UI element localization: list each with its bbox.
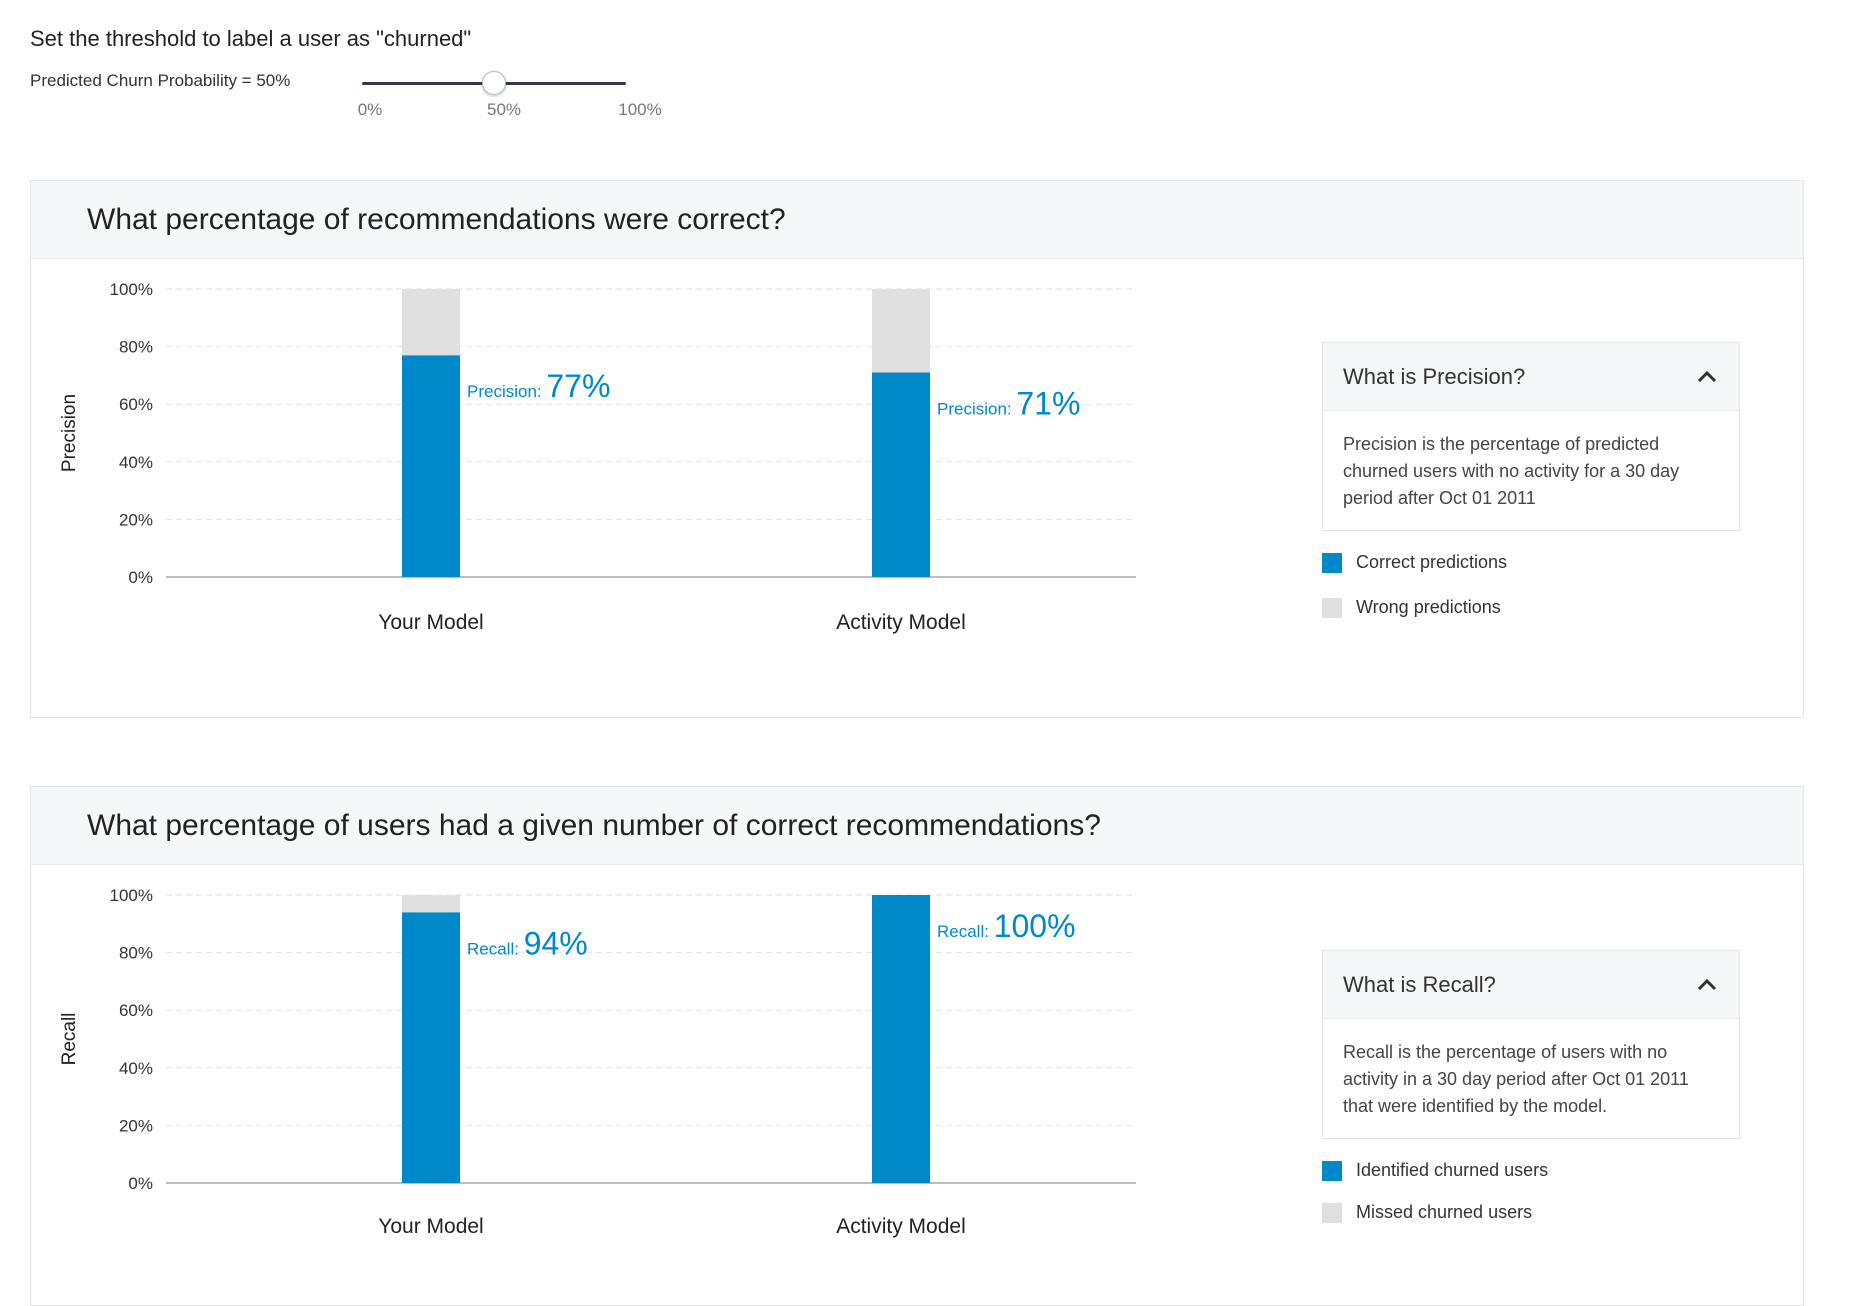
- chevron-up-icon[interactable]: [1695, 973, 1719, 997]
- slider-thumb[interactable]: [482, 71, 506, 95]
- legend-identified-churned: Identified churned users: [1322, 1160, 1548, 1181]
- legend-label-wrong: Wrong predictions: [1356, 597, 1501, 617]
- y-tick-label: 100%: [110, 280, 153, 299]
- y-tick-label: 60%: [119, 395, 153, 414]
- legend-label-correct: Correct predictions: [1356, 552, 1508, 572]
- slider-tick-max: 100%: [618, 100, 662, 119]
- x-category-label: Your Model: [378, 611, 483, 634]
- legend-label-missed: Missed churned users: [1356, 1202, 1533, 1222]
- threshold-slider[interactable]: [362, 70, 626, 98]
- legend-correct-predictions: Correct predictions: [1322, 552, 1507, 573]
- y-tick-label: 0%: [128, 1174, 153, 1193]
- bar-value-number: 77%: [546, 368, 610, 404]
- bar-primary: [402, 355, 460, 577]
- bar-primary: [872, 372, 930, 577]
- chevron-up-icon[interactable]: [1695, 365, 1719, 389]
- x-category-label: Your Model: [378, 1215, 483, 1238]
- y-tick-label: 40%: [119, 453, 153, 472]
- bar-value-number: 71%: [1016, 386, 1080, 422]
- bar-value-prefix: Precision:: [937, 400, 1016, 419]
- y-axis-label: Precision: [59, 394, 80, 472]
- bar-remainder: [402, 895, 460, 913]
- precision-info-text: Precision is the percentage of predicted…: [1343, 434, 1680, 508]
- x-category-label: Activity Model: [836, 611, 966, 634]
- bar-remainder: [872, 289, 930, 373]
- y-tick-label: 80%: [119, 944, 153, 963]
- y-tick-label: 60%: [119, 1001, 153, 1020]
- legend-label-identified: Identified churned users: [1356, 1160, 1549, 1180]
- y-tick-label: 20%: [119, 1116, 153, 1135]
- legend-swatch-correct: [1322, 552, 1342, 573]
- y-axis-label: Recall: [59, 1013, 80, 1066]
- bar-value-label: Recall: 100%: [937, 908, 1076, 944]
- bar-value-prefix: Precision:: [467, 382, 546, 401]
- legend-swatch-missed: [1322, 1202, 1342, 1223]
- y-tick-label: 100%: [110, 886, 153, 905]
- precision-info-title: What is Precision?: [1343, 363, 1526, 389]
- y-tick-label: 20%: [119, 510, 153, 529]
- bar-value-label: Precision: 71%: [937, 386, 1080, 422]
- threshold-value-label: Predicted Churn Probability = 50%: [30, 71, 291, 90]
- y-tick-label: 0%: [128, 568, 153, 587]
- bar-remainder: [402, 289, 460, 356]
- bar-value-prefix: Recall:: [467, 939, 524, 958]
- recall-info-text: Recall is the percentage of users with n…: [1343, 1042, 1689, 1116]
- bar-primary: [402, 912, 460, 1183]
- legend-swatch-identified: [1322, 1160, 1342, 1181]
- bar-value-number: 100%: [994, 908, 1076, 944]
- precision-info-box: What is Precision? Precision is the perc…: [1322, 342, 1740, 531]
- slider-tick-min: 0%: [357, 100, 383, 119]
- bar-value-label: Recall: 94%: [467, 925, 588, 961]
- legend-swatch-wrong: [1322, 597, 1342, 618]
- y-tick-label: 40%: [119, 1059, 153, 1078]
- bar-value-prefix: Recall:: [937, 922, 994, 941]
- bar-value-number: 94%: [524, 925, 588, 961]
- legend-missed-churned: Missed churned users: [1322, 1202, 1532, 1223]
- bar-primary: [872, 895, 930, 1183]
- recall-info-box: What is Recall? Recall is the percentage…: [1322, 950, 1740, 1139]
- bar-value-label: Precision: 77%: [467, 368, 610, 404]
- y-tick-label: 80%: [119, 338, 153, 357]
- threshold-title: Set the threshold to label a user as "ch…: [30, 26, 472, 51]
- legend-wrong-predictions: Wrong predictions: [1322, 597, 1501, 618]
- recall-info-toggle[interactable]: What is Recall?: [1323, 951, 1739, 1019]
- x-category-label: Activity Model: [836, 1215, 966, 1238]
- recall-chart: 0% 20% 40% 60% 80% 100% Recall Recall: 94% Your …: [59, 886, 1136, 1238]
- precision-chart: 0% 20% 40% 60% 80% 100% Precision Precision: 77…: [59, 280, 1136, 634]
- precision-info-toggle[interactable]: What is Precision?: [1323, 343, 1739, 411]
- recall-panel-title: What percentage of users had a given num…: [31, 787, 1803, 865]
- precision-panel-title: What percentage of recommendations were …: [31, 181, 1803, 259]
- recall-info-title: What is Recall?: [1343, 971, 1496, 997]
- slider-tick-mid: 50%: [486, 100, 522, 119]
